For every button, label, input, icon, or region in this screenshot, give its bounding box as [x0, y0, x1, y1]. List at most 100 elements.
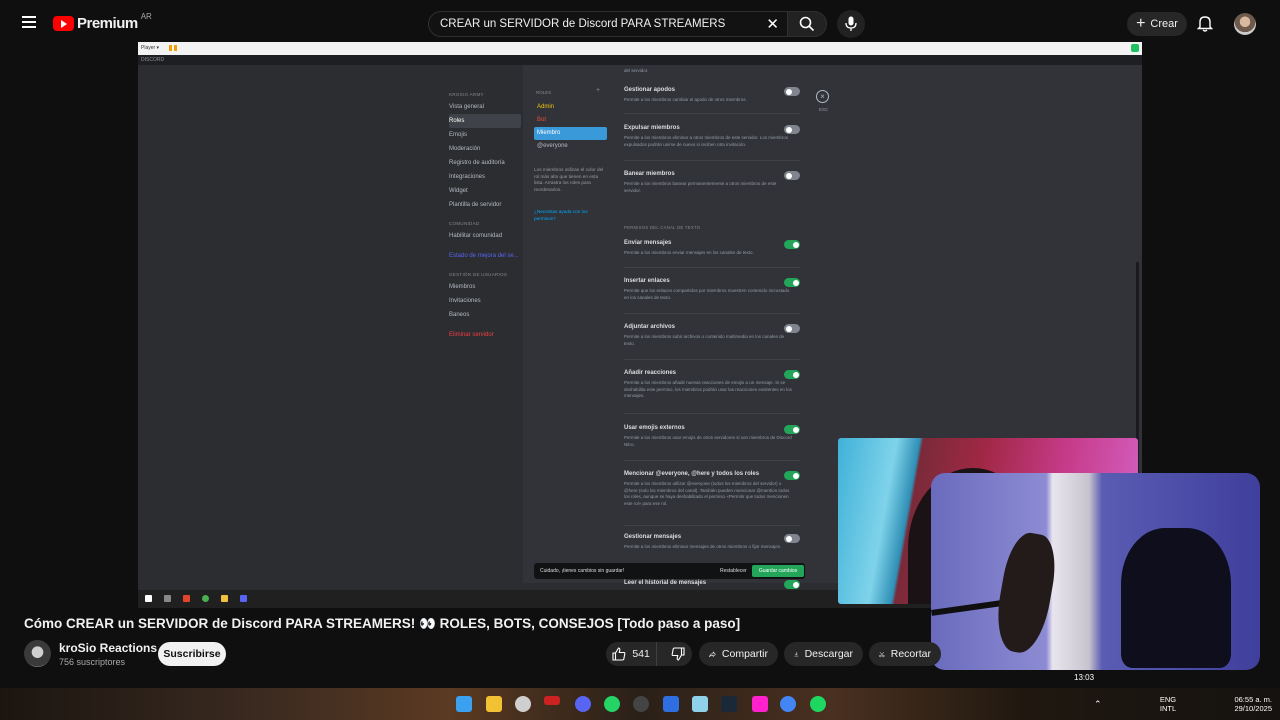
guitar: [990, 529, 1062, 657]
add-role-icon[interactable]: +: [596, 87, 600, 94]
close-settings-icon[interactable]: ×: [816, 90, 829, 103]
spotify-icon[interactable]: [810, 696, 826, 712]
scissors-icon: [879, 651, 885, 657]
sidebar-item-emojis[interactable]: Emojis: [449, 128, 524, 142]
server-heading: KROSIO ARMY: [449, 92, 484, 97]
perm-ban-members: Banear miembros Permite a los miembros b…: [624, 171, 800, 194]
like-count: 541: [632, 648, 650, 660]
perm-desc: Permite a los miembros añadir nuevas rea…: [624, 380, 792, 398]
hamburger-menu-icon[interactable]: [22, 16, 36, 28]
clear-search-icon[interactable]: ✕: [766, 15, 779, 33]
perm-title: Añadir reacciones: [624, 370, 677, 376]
clock-time: 06:55 a. m.: [1234, 695, 1272, 704]
sidebar-item-delete-server[interactable]: Eliminar servidor: [449, 328, 524, 342]
video-app-icon[interactable]: [544, 696, 560, 705]
channel-name[interactable]: kroSio Reactions: [59, 641, 157, 655]
youtube-premium-logo[interactable]: Premium AR: [53, 12, 152, 32]
toggle-external-emojis[interactable]: [784, 425, 800, 434]
brand-text: Premium: [77, 15, 138, 32]
sidebar-item-invites[interactable]: Invitaciones: [449, 294, 524, 308]
toggle-add-reactions[interactable]: [784, 370, 800, 379]
app-status-icon: [1131, 44, 1139, 52]
toggle-ban-members[interactable]: [784, 171, 800, 180]
role-item-bot[interactable]: Bot: [534, 114, 607, 127]
perm-attach-files: Adjuntar archivos Permite a los miembros…: [624, 324, 800, 347]
obs-icon[interactable]: [515, 696, 531, 712]
sidebar-item-overview[interactable]: Vista general: [449, 100, 524, 114]
community-heading: COMUNIDAD: [449, 221, 480, 226]
perm-title: Usar emojis externos: [624, 425, 685, 431]
app-icon-pink[interactable]: [752, 696, 768, 712]
voice-search-button[interactable]: [837, 10, 865, 38]
sidebar-item-template[interactable]: Plantilla de servidor: [449, 198, 524, 212]
role-item-admin[interactable]: Admin: [534, 101, 607, 114]
perm-desc: Permite a los miembros cambiar el apodo …: [624, 97, 747, 102]
esc-label: ESC: [819, 107, 829, 112]
player-label: Player ▾: [141, 45, 160, 51]
dislike-button[interactable]: [663, 642, 692, 666]
sidebar-item-members[interactable]: Miembros: [449, 280, 524, 294]
sidebar-item-integrations[interactable]: Integraciones: [449, 170, 524, 184]
role-item-miembro[interactable]: Miembro: [534, 127, 607, 140]
toggle-mention-everyone[interactable]: [784, 471, 800, 480]
perm-read-history: Leer el historial de mensajes: [624, 580, 800, 586]
player-app-bar: Player ▾: [138, 42, 1142, 55]
subscribe-button[interactable]: Suscribirse: [158, 642, 226, 666]
perm-title: Mencionar @everyone, @here y todos los r…: [624, 471, 760, 477]
like-button[interactable]: 541: [606, 642, 658, 666]
chrome-taskbar-icon[interactable]: [780, 696, 796, 712]
toggle-manage-nicknames[interactable]: [784, 87, 800, 96]
permissions-help-link[interactable]: ¿Necesitas ayuda con los permisos?: [534, 209, 607, 222]
sidebar-item-widget[interactable]: Widget: [449, 184, 524, 198]
unsaved-changes-bar: Cuidado, ¡tienes cambios sin guardar! Re…: [534, 563, 805, 579]
toggle-manage-messages[interactable]: [784, 534, 800, 543]
roles-heading: ROLES: [536, 90, 552, 95]
youtube-play-icon: [53, 16, 74, 31]
sidebar-item-moderation[interactable]: Moderación: [449, 142, 524, 156]
language-indicator[interactable]: ENG INTL: [1156, 695, 1180, 713]
search-button[interactable]: [787, 11, 827, 37]
sidebar-item-roles[interactable]: Roles: [449, 114, 521, 128]
whatsapp-icon[interactable]: [604, 696, 620, 712]
gaming-chair: [1121, 528, 1231, 668]
toggle-attach-files[interactable]: [784, 324, 800, 333]
share-button[interactable]: Compartir: [699, 642, 778, 666]
discord-taskbar-icon[interactable]: [575, 696, 591, 712]
toggle-read-history[interactable]: [784, 580, 800, 589]
windows-start-icon[interactable]: [456, 696, 472, 712]
file-explorer-icon[interactable]: [486, 696, 502, 712]
users-heading: GESTIÓN DE USUARIOS: [449, 272, 508, 277]
notes-icon[interactable]: [692, 696, 708, 712]
role-item-everyone[interactable]: @everyone: [534, 140, 607, 153]
sidebar-item-enable-community[interactable]: Habilitar comunidad: [449, 229, 524, 243]
download-button[interactable]: Descargar: [784, 642, 863, 666]
perm-manage-nicknames: Gestionar apodos Permite a los miembros …: [624, 87, 800, 104]
account-avatar[interactable]: [1234, 13, 1256, 35]
channel-avatar[interactable]: [24, 640, 51, 667]
tray-chevron-icon[interactable]: ⌃: [1094, 699, 1102, 710]
notifications-bell-icon[interactable]: [1197, 14, 1213, 32]
toggle-kick-members[interactable]: [784, 125, 800, 134]
create-button[interactable]: + Crear: [1127, 12, 1187, 36]
sidebar-item-audit-log[interactable]: Registro de auditoría: [449, 156, 524, 170]
clip-button[interactable]: Recortar: [869, 642, 941, 666]
microphone-icon: [845, 16, 857, 31]
steam-icon[interactable]: [721, 696, 737, 712]
cut-description: del servidor.: [624, 68, 649, 73]
sidebar-item-bans[interactable]: Baneos: [449, 308, 524, 322]
reset-button[interactable]: Restablecer: [720, 568, 747, 574]
clock[interactable]: 06:55 a. m. 29/10/2025: [1222, 695, 1272, 713]
roles-note: Los miembros utilizan el color del rol m…: [534, 167, 604, 192]
share-label: Compartir: [721, 648, 768, 660]
toggle-embed-links[interactable]: [784, 278, 800, 287]
sidebar-item-boost-status[interactable]: Estado de mejora del se...: [449, 249, 524, 263]
app-icon[interactable]: [633, 696, 649, 712]
download-label: Descargar: [804, 648, 853, 660]
save-changes-button[interactable]: Guardar cambios: [752, 565, 804, 577]
chat-icon[interactable]: [663, 696, 679, 712]
clip-label: Recortar: [890, 648, 931, 660]
yt-header: Premium AR ✕ + Crear: [0, 0, 1280, 48]
search-input[interactable]: [429, 12, 749, 36]
plus-icon: +: [1136, 15, 1146, 32]
toggle-send-messages[interactable]: [784, 240, 800, 249]
